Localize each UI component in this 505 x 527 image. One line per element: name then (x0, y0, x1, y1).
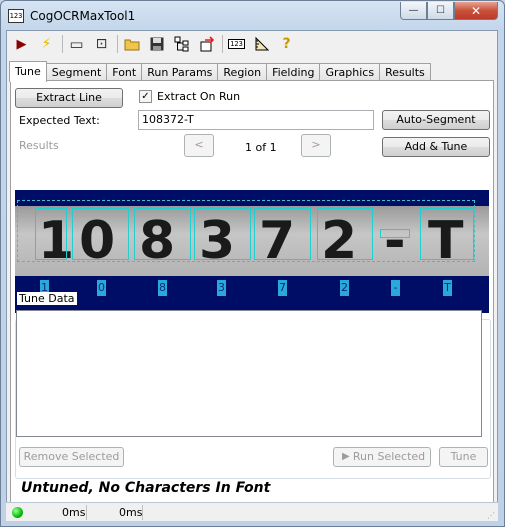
add-and-tune-button[interactable]: Add & Tune (382, 137, 490, 157)
toolbar-separator (62, 35, 63, 53)
status-divider (142, 505, 143, 520)
tab-fielding[interactable]: Fielding (266, 63, 321, 81)
tree-icon[interactable] (171, 34, 192, 54)
caption-buttons: — ☐ ✕ (400, 2, 498, 20)
run-icon[interactable]: ▶ (11, 34, 32, 54)
tab-run-params[interactable]: Run Params (141, 63, 219, 81)
tab-results[interactable]: Results (379, 63, 431, 81)
char-label: - (391, 280, 400, 296)
lightning-icon[interactable]: ⚡ (36, 34, 57, 54)
close-button[interactable]: ✕ (454, 2, 498, 20)
char-label: T (443, 280, 452, 296)
save-icon[interactable] (146, 34, 167, 54)
char-box[interactable] (420, 208, 474, 260)
help-icon[interactable]: ? (276, 34, 297, 54)
expected-text-label: Expected Text: (19, 114, 100, 127)
window-title: CogOCRMaxTool1 (30, 9, 136, 23)
ocr-image-display[interactable]: 1 0 8 3 7 2 - T 1 0 8 3 7 2 - T (15, 190, 489, 313)
status-led-icon (12, 507, 23, 518)
tab-region[interactable]: Region (217, 63, 268, 81)
resize-grip-icon[interactable]: ⋰ (487, 511, 495, 520)
char-box[interactable] (35, 208, 67, 260)
toolbar: ▶ ⚡ ▭ ⊡ 123 ? (7, 31, 497, 57)
tool-client-area: ▶ ⚡ ▭ ⊡ 123 ? Tune Segment Font Run Para… (6, 30, 498, 521)
tune-panel: Extract Line ✓ Extract On Run Expected T… (10, 80, 494, 518)
previous-result-button[interactable]: < (184, 134, 214, 157)
tab-graphics[interactable]: Graphics (319, 63, 381, 81)
tab-tune[interactable]: Tune (9, 61, 47, 82)
display-icon[interactable]: ▭ (66, 34, 87, 54)
tab-segment[interactable]: Segment (45, 63, 108, 81)
tune-data-label: Tune Data (17, 292, 77, 305)
char-label: 2 (340, 280, 349, 296)
extract-on-run-label: Extract On Run (157, 90, 241, 103)
font-123-icon-text: 123 (228, 39, 245, 49)
char-box[interactable] (380, 229, 410, 238)
char-box[interactable] (194, 208, 251, 260)
results-label: Results (19, 139, 59, 152)
tab-font[interactable]: Font (106, 63, 143, 81)
toolbar-separator (222, 35, 223, 53)
run-selected-button[interactable]: ▶ Run Selected (333, 447, 431, 467)
train-icon[interactable] (196, 34, 217, 54)
char-label: 0 (97, 280, 106, 296)
extract-line-button[interactable]: Extract Line (15, 88, 123, 108)
status-bar: 0ms 0ms ⋰ (6, 502, 498, 521)
result-pager-text: 1 of 1 (245, 141, 277, 154)
edit-icon[interactable]: ⊡ (91, 34, 112, 54)
next-result-button[interactable]: > (301, 134, 331, 157)
extract-on-run-checkbox[interactable]: ✓ (139, 90, 152, 103)
tab-strip: Tune Segment Font Run Params Region Fiel… (9, 59, 431, 82)
tune-button[interactable]: Tune (439, 447, 488, 467)
status-message: Untuned, No Characters In Font (21, 480, 271, 496)
tune-data-list[interactable] (16, 310, 482, 437)
remove-selected-button[interactable]: Remove Selected (19, 447, 124, 467)
status-divider (86, 505, 87, 520)
run-selected-label: Run Selected (352, 450, 426, 463)
app-icon[interactable]: 123 (8, 9, 24, 23)
maximize-button[interactable]: ☐ (427, 2, 454, 20)
ruler-icon[interactable] (251, 34, 272, 54)
char-box[interactable] (72, 208, 129, 260)
total-time: 0ms (119, 506, 143, 519)
char-label: 3 (217, 280, 226, 296)
char-label: 8 (158, 280, 167, 296)
char-label: 7 (278, 280, 287, 296)
auto-segment-button[interactable]: Auto-Segment (382, 110, 490, 130)
font-123-icon[interactable]: 123 (226, 34, 247, 54)
run-selected-icon: ▶ (342, 451, 350, 462)
title-bar[interactable]: 123 CogOCRMaxTool1 — ☐ ✕ (1, 1, 504, 31)
char-box[interactable] (134, 208, 191, 260)
char-box[interactable] (254, 208, 311, 260)
open-folder-icon[interactable] (121, 34, 142, 54)
expected-text-field[interactable]: 108372-T (138, 110, 374, 130)
processing-time: 0ms (62, 506, 86, 519)
char-box[interactable] (317, 208, 373, 260)
toolbar-separator (117, 35, 118, 53)
minimize-button[interactable]: — (400, 2, 427, 20)
